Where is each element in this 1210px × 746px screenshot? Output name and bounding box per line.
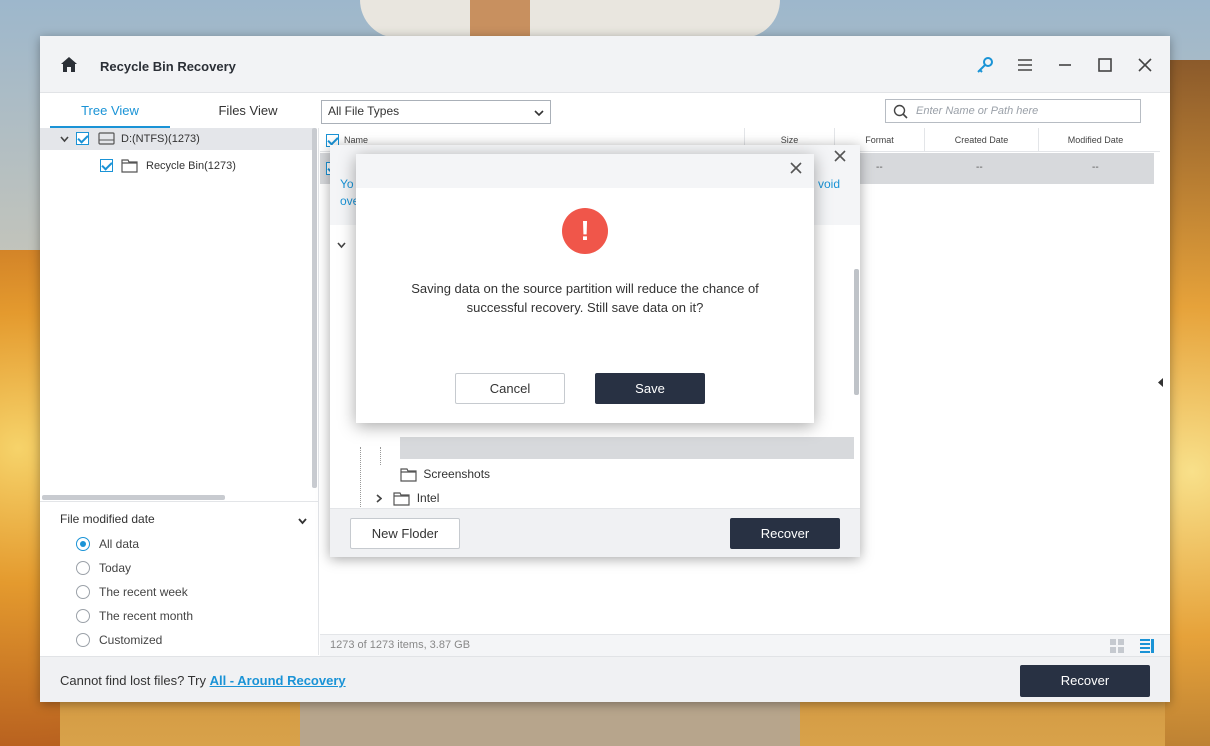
radio-button[interactable] [76,537,90,551]
save-dialog-scrollbar[interactable] [854,269,859,395]
recovery-prompt-text: Cannot find lost files? Try [60,673,210,688]
save-dialog-footer: New Floder Recover [330,508,860,557]
left-panel: D:(NTFS)(1273) Recycle Bin(1273) File mo… [40,128,319,655]
all-around-recovery-link[interactable]: All - Around Recovery [210,673,346,688]
column-created-date[interactable]: Created Date [924,128,1038,152]
recycle-bin-checkbox[interactable] [100,159,113,172]
confirm-message: Saving data on the source partition will… [411,281,759,315]
recycle-bin-label: Recycle Bin(1273) [146,160,236,172]
recovery-prompt: Cannot find lost files? Try All - Around… [60,673,346,688]
folder-icon [121,158,138,176]
chevron-right-icon [376,494,383,503]
wallpaper-figure-bottom [300,700,800,746]
list-view-icon[interactable] [1140,639,1154,653]
wallpaper-right [1165,60,1210,746]
folder-icon [400,468,417,482]
selected-folder-row[interactable] [400,437,854,459]
drive-label: D:(NTFS)(1273) [121,133,200,145]
app-title: Recycle Bin Recovery [100,59,236,74]
recover-button[interactable]: Recover [1020,665,1150,697]
radio-button[interactable] [76,585,90,599]
close-icon[interactable] [790,161,802,179]
warning-icon: ! [562,208,608,254]
date-filter: File modified date All data Today The re… [40,501,319,655]
search-icon [893,104,908,122]
row-format: -- [876,162,883,173]
minimize-icon[interactable] [1056,56,1074,74]
tree-guide [380,447,381,465]
radio-button[interactable] [76,609,90,623]
drive-icon [98,131,115,149]
menu-icon[interactable] [1016,56,1034,74]
folder-item-screenshots[interactable]: Screenshots [400,467,490,485]
bottom-bar: Cannot find lost files? Try All - Around… [40,656,1170,702]
tab-files-view[interactable]: Files View [188,93,308,128]
chevron-down-icon[interactable] [337,238,346,252]
chevron-down-icon[interactable] [298,514,307,528]
drive-checkbox[interactable] [76,132,89,145]
new-folder-button[interactable]: New Floder [350,518,460,549]
save-button[interactable]: Save [595,373,705,404]
hint-line1-end: void [818,177,841,191]
title-bar: Recycle Bin Recovery [40,36,1170,93]
folder-item-intel[interactable]: Intel [376,491,439,509]
collapse-arrow-icon[interactable] [1158,376,1164,390]
status-bar: 1273 of 1273 items, 3.87 GB [320,634,1170,656]
dialog-recover-button[interactable]: Recover [730,518,840,549]
hint-line1-start: Yo [340,177,354,191]
close-icon[interactable] [834,149,846,167]
folder-icon [393,492,410,506]
chevron-down-icon [534,106,544,120]
wallpaper-figure [360,0,780,38]
tree-guide [360,447,361,507]
maximize-icon[interactable] [1096,56,1114,74]
file-type-value: All File Types [328,104,400,118]
tree-item-recycle-bin[interactable]: Recycle Bin(1273) [40,155,313,177]
left-vertical-scrollbar[interactable] [312,128,317,488]
view-tabs: Tree View Files View [40,93,320,128]
close-icon[interactable] [1136,56,1154,74]
home-icon[interactable] [60,56,78,74]
filter-title: File modified date [60,512,155,526]
tab-tree-view[interactable]: Tree View [50,93,170,128]
grid-view-icon[interactable] [1110,639,1124,653]
confirm-header [356,154,814,188]
row-modified-date: -- [1092,162,1099,173]
left-horizontal-scrollbar[interactable] [42,495,225,500]
column-modified-date[interactable]: Modified Date [1038,128,1152,152]
confirm-dialog: ! Saving data on the source partition wi… [356,154,814,423]
item-count: 1273 of 1273 items, 3.87 GB [330,639,471,651]
tree-item-drive[interactable]: D:(NTFS)(1273) [40,128,313,150]
wallpaper-figure-neck [470,0,530,38]
app-window: Recycle Bin Recovery Tree View Files Vie… [40,36,1170,702]
search-placeholder: Enter Name or Path here [916,105,1039,117]
cancel-button[interactable]: Cancel [455,373,565,404]
row-created-date: -- [976,162,983,173]
radio-button[interactable] [76,633,90,647]
search-input[interactable]: Enter Name or Path here [885,99,1141,123]
file-type-select[interactable]: All File Types [321,100,551,124]
radio-button[interactable] [76,561,90,575]
key-icon[interactable] [976,56,994,74]
chevron-down-icon[interactable] [60,134,69,146]
